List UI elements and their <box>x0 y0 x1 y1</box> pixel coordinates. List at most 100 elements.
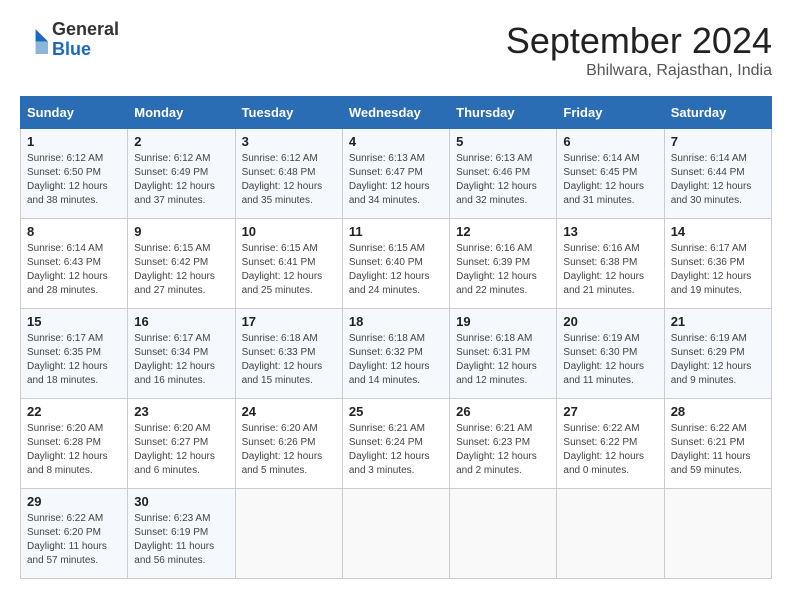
day-detail: Sunrise: 6:22 AMSunset: 6:20 PMDaylight:… <box>27 513 107 566</box>
day-number: 5 <box>456 134 550 149</box>
day-detail: Sunrise: 6:13 AMSunset: 6:47 PMDaylight:… <box>349 153 430 206</box>
day-detail: Sunrise: 6:15 AMSunset: 6:40 PMDaylight:… <box>349 243 430 296</box>
day-detail: Sunrise: 6:21 AMSunset: 6:23 PMDaylight:… <box>456 423 537 476</box>
day-number: 28 <box>671 404 765 419</box>
calendar-table: SundayMondayTuesdayWednesdayThursdayFrid… <box>20 96 772 579</box>
calendar-cell: 20 Sunrise: 6:19 AMSunset: 6:30 PMDaylig… <box>557 309 664 399</box>
calendar-cell: 19 Sunrise: 6:18 AMSunset: 6:31 PMDaylig… <box>450 309 557 399</box>
day-number: 12 <box>456 224 550 239</box>
day-detail: Sunrise: 6:20 AMSunset: 6:28 PMDaylight:… <box>27 423 108 476</box>
location-subtitle: Bhilwara, Rajasthan, India <box>506 62 772 80</box>
column-header-friday: Friday <box>557 97 664 129</box>
calendar-week-row: 8 Sunrise: 6:14 AMSunset: 6:43 PMDayligh… <box>21 219 772 309</box>
day-number: 25 <box>349 404 443 419</box>
column-header-saturday: Saturday <box>664 97 771 129</box>
calendar-cell: 21 Sunrise: 6:19 AMSunset: 6:29 PMDaylig… <box>664 309 771 399</box>
calendar-cell <box>342 489 449 579</box>
calendar-cell: 15 Sunrise: 6:17 AMSunset: 6:35 PMDaylig… <box>21 309 128 399</box>
day-detail: Sunrise: 6:17 AMSunset: 6:34 PMDaylight:… <box>134 333 215 386</box>
day-number: 6 <box>563 134 657 149</box>
day-detail: Sunrise: 6:20 AMSunset: 6:26 PMDaylight:… <box>242 423 323 476</box>
calendar-cell: 9 Sunrise: 6:15 AMSunset: 6:42 PMDayligh… <box>128 219 235 309</box>
day-number: 16 <box>134 314 228 329</box>
day-number: 3 <box>242 134 336 149</box>
day-number: 20 <box>563 314 657 329</box>
day-number: 13 <box>563 224 657 239</box>
column-header-wednesday: Wednesday <box>342 97 449 129</box>
calendar-cell: 4 Sunrise: 6:13 AMSunset: 6:47 PMDayligh… <box>342 129 449 219</box>
day-number: 19 <box>456 314 550 329</box>
calendar-header-row: SundayMondayTuesdayWednesdayThursdayFrid… <box>21 97 772 129</box>
calendar-cell <box>450 489 557 579</box>
calendar-week-row: 15 Sunrise: 6:17 AMSunset: 6:35 PMDaylig… <box>21 309 772 399</box>
calendar-cell: 13 Sunrise: 6:16 AMSunset: 6:38 PMDaylig… <box>557 219 664 309</box>
logo: General Blue <box>20 20 119 60</box>
calendar-cell: 24 Sunrise: 6:20 AMSunset: 6:26 PMDaylig… <box>235 399 342 489</box>
calendar-cell: 14 Sunrise: 6:17 AMSunset: 6:36 PMDaylig… <box>664 219 771 309</box>
day-number: 9 <box>134 224 228 239</box>
day-number: 7 <box>671 134 765 149</box>
calendar-cell <box>235 489 342 579</box>
day-number: 24 <box>242 404 336 419</box>
day-detail: Sunrise: 6:22 AMSunset: 6:21 PMDaylight:… <box>671 423 751 476</box>
column-header-monday: Monday <box>128 97 235 129</box>
day-detail: Sunrise: 6:23 AMSunset: 6:19 PMDaylight:… <box>134 513 214 566</box>
calendar-cell: 12 Sunrise: 6:16 AMSunset: 6:39 PMDaylig… <box>450 219 557 309</box>
day-detail: Sunrise: 6:16 AMSunset: 6:39 PMDaylight:… <box>456 243 537 296</box>
calendar-cell: 25 Sunrise: 6:21 AMSunset: 6:24 PMDaylig… <box>342 399 449 489</box>
calendar-cell: 22 Sunrise: 6:20 AMSunset: 6:28 PMDaylig… <box>21 399 128 489</box>
day-detail: Sunrise: 6:14 AMSunset: 6:45 PMDaylight:… <box>563 153 644 206</box>
day-number: 29 <box>27 494 121 509</box>
month-title: September 2024 <box>506 20 772 62</box>
day-detail: Sunrise: 6:17 AMSunset: 6:35 PMDaylight:… <box>27 333 108 386</box>
day-detail: Sunrise: 6:17 AMSunset: 6:36 PMDaylight:… <box>671 243 752 296</box>
day-detail: Sunrise: 6:21 AMSunset: 6:24 PMDaylight:… <box>349 423 430 476</box>
calendar-cell: 1 Sunrise: 6:12 AMSunset: 6:50 PMDayligh… <box>21 129 128 219</box>
day-number: 10 <box>242 224 336 239</box>
day-detail: Sunrise: 6:22 AMSunset: 6:22 PMDaylight:… <box>563 423 644 476</box>
calendar-cell: 5 Sunrise: 6:13 AMSunset: 6:46 PMDayligh… <box>450 129 557 219</box>
day-number: 1 <box>27 134 121 149</box>
day-detail: Sunrise: 6:18 AMSunset: 6:32 PMDaylight:… <box>349 333 430 386</box>
day-detail: Sunrise: 6:14 AMSunset: 6:43 PMDaylight:… <box>27 243 108 296</box>
calendar-cell: 23 Sunrise: 6:20 AMSunset: 6:27 PMDaylig… <box>128 399 235 489</box>
calendar-cell: 30 Sunrise: 6:23 AMSunset: 6:19 PMDaylig… <box>128 489 235 579</box>
day-detail: Sunrise: 6:20 AMSunset: 6:27 PMDaylight:… <box>134 423 215 476</box>
calendar-cell: 10 Sunrise: 6:15 AMSunset: 6:41 PMDaylig… <box>235 219 342 309</box>
calendar-cell: 29 Sunrise: 6:22 AMSunset: 6:20 PMDaylig… <box>21 489 128 579</box>
day-detail: Sunrise: 6:12 AMSunset: 6:50 PMDaylight:… <box>27 153 108 206</box>
calendar-cell: 17 Sunrise: 6:18 AMSunset: 6:33 PMDaylig… <box>235 309 342 399</box>
calendar-cell: 28 Sunrise: 6:22 AMSunset: 6:21 PMDaylig… <box>664 399 771 489</box>
calendar-cell <box>664 489 771 579</box>
calendar-cell: 27 Sunrise: 6:22 AMSunset: 6:22 PMDaylig… <box>557 399 664 489</box>
day-number: 26 <box>456 404 550 419</box>
calendar-cell: 16 Sunrise: 6:17 AMSunset: 6:34 PMDaylig… <box>128 309 235 399</box>
day-detail: Sunrise: 6:18 AMSunset: 6:31 PMDaylight:… <box>456 333 537 386</box>
page-header: General Blue September 2024 Bhilwara, Ra… <box>20 20 772 80</box>
day-number: 8 <box>27 224 121 239</box>
calendar-cell: 3 Sunrise: 6:12 AMSunset: 6:48 PMDayligh… <box>235 129 342 219</box>
day-number: 11 <box>349 224 443 239</box>
day-number: 18 <box>349 314 443 329</box>
day-detail: Sunrise: 6:16 AMSunset: 6:38 PMDaylight:… <box>563 243 644 296</box>
logo-text: General Blue <box>52 20 119 60</box>
day-detail: Sunrise: 6:18 AMSunset: 6:33 PMDaylight:… <box>242 333 323 386</box>
calendar-cell <box>557 489 664 579</box>
calendar-cell: 2 Sunrise: 6:12 AMSunset: 6:49 PMDayligh… <box>128 129 235 219</box>
column-header-thursday: Thursday <box>450 97 557 129</box>
logo-icon <box>20 26 48 54</box>
day-number: 21 <box>671 314 765 329</box>
column-header-sunday: Sunday <box>21 97 128 129</box>
title-block: September 2024 Bhilwara, Rajasthan, Indi… <box>506 20 772 80</box>
day-number: 2 <box>134 134 228 149</box>
day-detail: Sunrise: 6:14 AMSunset: 6:44 PMDaylight:… <box>671 153 752 206</box>
calendar-week-row: 1 Sunrise: 6:12 AMSunset: 6:50 PMDayligh… <box>21 129 772 219</box>
day-number: 14 <box>671 224 765 239</box>
calendar-cell: 8 Sunrise: 6:14 AMSunset: 6:43 PMDayligh… <box>21 219 128 309</box>
day-number: 4 <box>349 134 443 149</box>
calendar-cell: 6 Sunrise: 6:14 AMSunset: 6:45 PMDayligh… <box>557 129 664 219</box>
day-number: 30 <box>134 494 228 509</box>
day-number: 27 <box>563 404 657 419</box>
calendar-week-row: 29 Sunrise: 6:22 AMSunset: 6:20 PMDaylig… <box>21 489 772 579</box>
day-detail: Sunrise: 6:13 AMSunset: 6:46 PMDaylight:… <box>456 153 537 206</box>
